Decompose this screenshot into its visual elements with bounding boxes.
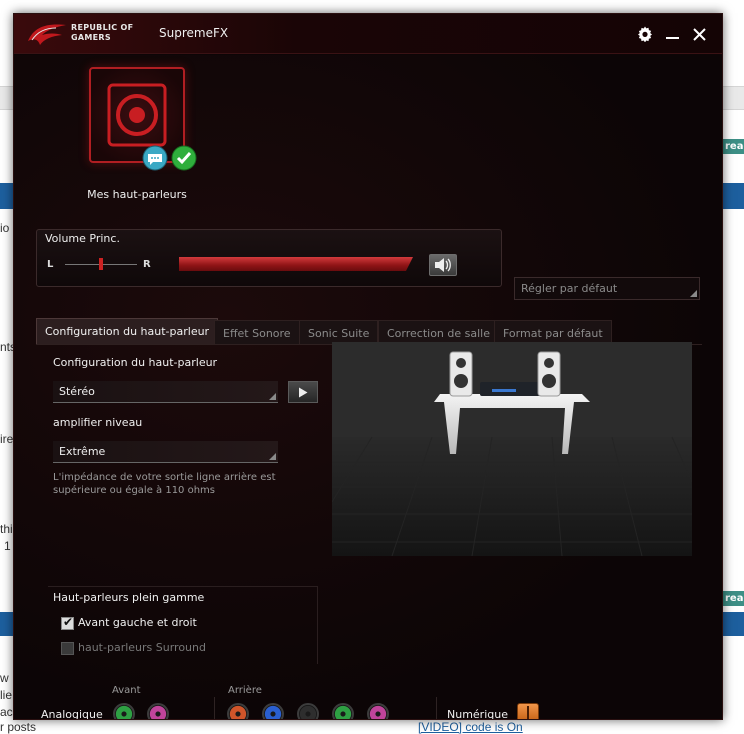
front-jack-green[interactable] (113, 703, 135, 719)
title-bar[interactable]: REPUBLIC OF GAMERS SupremeFX (14, 14, 722, 54)
balance-left-label: L (47, 259, 54, 270)
main-panel: Mes haut-parleurs Volume Princ. L R Régl… (14, 55, 722, 720)
rear-jack-orange[interactable] (227, 703, 249, 719)
set-default-placeholder: Régler par défaut (521, 282, 618, 295)
bg-text: 1 (4, 539, 11, 553)
chat-bubble-icon (142, 145, 168, 171)
play-icon (299, 387, 308, 397)
balance-slider-knob[interactable] (99, 258, 103, 270)
front-jacks-label: Avant (112, 685, 141, 696)
speaker-volume-icon (435, 258, 451, 272)
master-volume-slider[interactable] (179, 257, 413, 271)
rear-jack-blue[interactable] (262, 703, 284, 719)
front-lr-label: Avant gauche et droit (78, 616, 197, 629)
device-label: Mes haut-parleurs (87, 188, 187, 201)
chevron-down-icon (269, 393, 276, 400)
spdif-icon[interactable] (517, 703, 539, 719)
brand-name: REPUBLIC OF GAMERS (71, 23, 133, 43)
amp-level-label: amplifier niveau (53, 416, 143, 429)
digital-divider (436, 697, 437, 719)
speaker-config-label: Configuration du haut-parleur (53, 356, 218, 369)
rog-logo-icon (28, 24, 66, 45)
speaker-icon (107, 83, 167, 147)
close-icon[interactable] (688, 23, 710, 45)
impedance-note: L'impédance de votre sortie ligne arrièr… (53, 472, 276, 496)
brand-line-1: REPUBLIC OF (71, 23, 134, 32)
brand-line-2: GAMERS (71, 33, 111, 42)
speaker-preview-image (332, 342, 692, 556)
tab-sound-effect[interactable]: Effet Sonore (214, 320, 300, 345)
window-title: SupremeFX (159, 26, 229, 40)
speaker-setup-illustration (332, 342, 692, 556)
supremefx-window: REPUBLIC OF GAMERS SupremeFX Mes haut-pa… (13, 13, 723, 720)
front-lr-checkbox[interactable] (61, 615, 74, 630)
bg-text: thi (0, 522, 13, 536)
balance-right-label: R (143, 259, 151, 270)
rear-jack-green[interactable] (332, 703, 354, 719)
tab-speaker-configuration[interactable]: Configuration du haut-parleur (36, 318, 219, 345)
bg-text: ac (0, 705, 13, 719)
surround-checkbox[interactable] (61, 642, 74, 655)
rear-jack-pink[interactable] (367, 703, 389, 719)
surround-label: haut-parleurs Surround (78, 641, 206, 654)
fullrange-title: Haut-parleurs plein gamme (53, 591, 205, 604)
front-jack-pink[interactable] (147, 703, 169, 719)
bg-link[interactable]: [VIDEO] code is On (418, 720, 523, 734)
set-default-field[interactable]: Régler par défaut (514, 277, 700, 300)
bg-text: lie (0, 688, 13, 702)
mute-button[interactable] (429, 254, 457, 276)
rear-jack-black[interactable] (297, 703, 319, 719)
rear-jacks-label: Arrière (228, 685, 262, 696)
amp-level-select[interactable]: Extrême (53, 441, 278, 463)
jack-divider (214, 697, 215, 719)
speaker-config-value: Stéréo (59, 385, 95, 398)
test-play-button[interactable] (288, 381, 318, 403)
analog-label: Analogique (41, 708, 103, 720)
minimize-icon[interactable] (661, 23, 683, 45)
chevron-down-icon (690, 290, 697, 297)
amp-level-value: Extrême (59, 445, 106, 458)
master-volume-panel: Volume Princ. L R (36, 229, 502, 287)
volume-title: Volume Princ. (45, 232, 120, 245)
speaker-config-select[interactable]: Stéréo (53, 381, 278, 403)
bg-text: w (0, 671, 9, 685)
bg-read-badge-2[interactable]: read (722, 591, 744, 606)
digital-label: Numérique (447, 708, 508, 720)
bg-text: ire (0, 432, 14, 446)
chevron-down-icon (269, 453, 276, 460)
bg-text: io (0, 221, 10, 235)
checkmark-icon (171, 145, 197, 171)
bg-read-badge[interactable]: read (722, 139, 744, 154)
bg-text: r posts (0, 720, 37, 734)
gear-icon[interactable] (634, 23, 656, 45)
